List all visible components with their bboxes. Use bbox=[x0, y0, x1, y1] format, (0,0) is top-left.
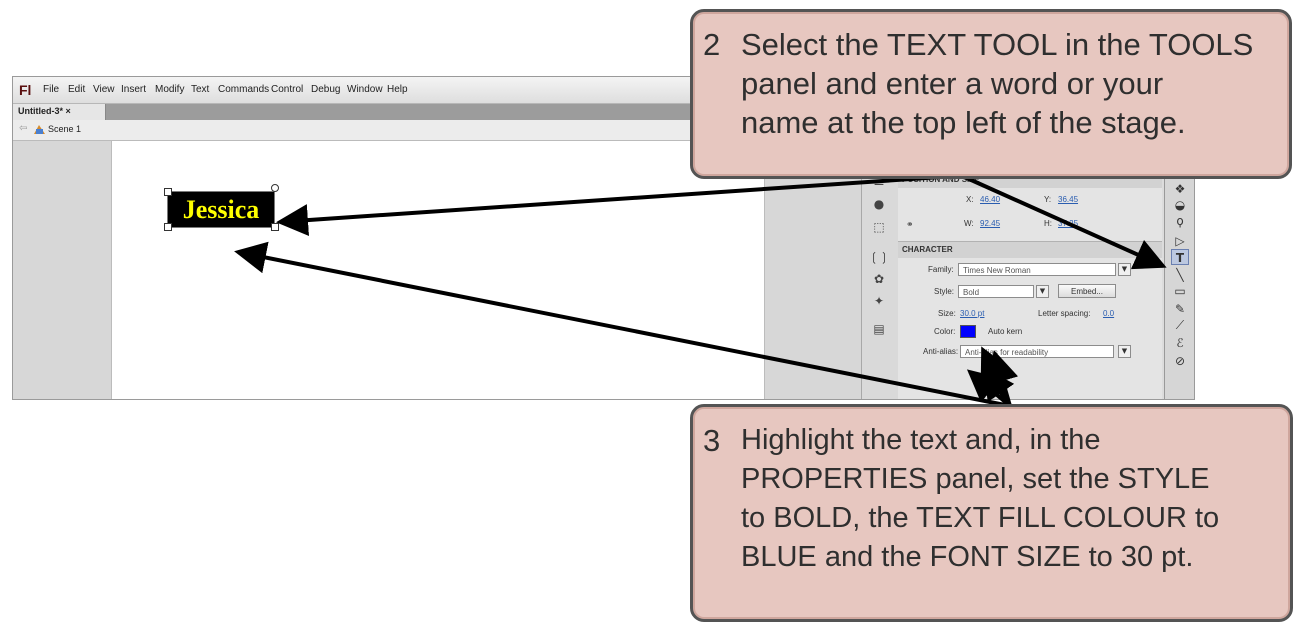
step-2-callout: 2 Select the TEXT TOOL in the TOOLS pane… bbox=[690, 9, 1292, 179]
arrow-to-text bbox=[276, 173, 971, 237]
arrow-to-text-bottom bbox=[234, 241, 1011, 408]
step-3-line: BLUE and the FONT SIZE to 30 pt. bbox=[741, 541, 1194, 573]
step-3-line: to BOLD, the TEXT FILL COLOUR to bbox=[741, 502, 1220, 534]
step-2-line: panel and enter a word or your bbox=[741, 66, 1164, 101]
step-2-line: Select the TEXT TOOL in the TOOLS bbox=[741, 27, 1254, 62]
step-3-number: 3 bbox=[703, 423, 721, 458]
step-3-line: PROPERTIES panel, set the STYLE bbox=[741, 463, 1210, 495]
step-3-callout: 3 Highlight the text and, in the PROPERT… bbox=[690, 404, 1293, 622]
step-2-number: 2 bbox=[703, 27, 721, 62]
step-3-text: Highlight the text and, in the PROPERTIE… bbox=[741, 421, 1219, 577]
step-2-line: name at the top left of the stage. bbox=[741, 105, 1186, 140]
step-3-line: Highlight the text and, in the bbox=[741, 424, 1101, 456]
arrow-to-text-tool bbox=[959, 173, 1167, 270]
step-2-text: Select the TEXT TOOL in the TOOLS panel … bbox=[741, 25, 1253, 142]
